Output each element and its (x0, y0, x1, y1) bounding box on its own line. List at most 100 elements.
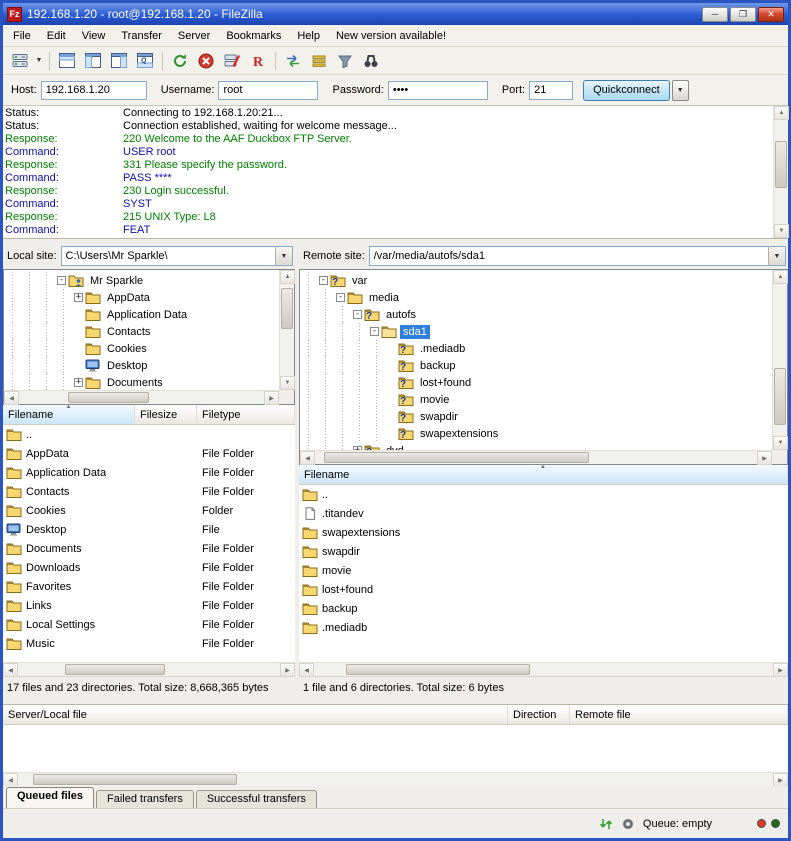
column-header-filename[interactable]: ▲Filename (3, 405, 135, 424)
tree-row[interactable]: Desktop (4, 357, 279, 374)
tree-node-var[interactable]: var (349, 274, 370, 288)
tree-expand-icon[interactable]: + (74, 293, 83, 302)
directory-comparison-button[interactable] (280, 49, 306, 73)
username-input[interactable] (218, 81, 318, 100)
tree-expand-icon[interactable]: + (74, 378, 83, 387)
maximize-button[interactable]: ❐ (730, 7, 756, 22)
tree-node-media[interactable]: media (366, 291, 402, 305)
file-row[interactable]: lost+found (299, 580, 788, 599)
file-row[interactable]: MusicFile Folder (3, 634, 295, 653)
site-manager-dropdown-button[interactable]: ▼ (33, 49, 45, 73)
file-row[interactable]: DesktopFile (3, 520, 295, 539)
tree-row[interactable]: + AppData (4, 289, 279, 306)
scroll-left-button[interactable]: ◀ (4, 391, 19, 405)
tree-row[interactable]: Contacts (4, 323, 279, 340)
scroll-right-button[interactable]: ▶ (280, 663, 295, 677)
host-input[interactable] (41, 81, 147, 100)
port-input[interactable] (529, 81, 573, 100)
activity-indicator-icon[interactable] (619, 816, 637, 832)
tree-row[interactable]: +?dvd (300, 442, 772, 450)
tree-row[interactable]: +Documents (4, 374, 279, 390)
tree-node-swapdir[interactable]: swapdir (417, 410, 461, 424)
horizontal-scrollbar[interactable]: ◀▶ (300, 450, 772, 464)
speed-limits-icon[interactable] (597, 816, 615, 832)
scrollbar-thumb[interactable] (33, 774, 237, 785)
scroll-up-button[interactable]: ▲ (280, 270, 295, 284)
scrollbar-thumb[interactable] (324, 452, 589, 463)
scroll-down-button[interactable]: ▼ (773, 436, 788, 450)
column-header-filesize[interactable]: Filesize (135, 405, 197, 424)
file-row[interactable]: backup (299, 599, 788, 618)
scroll-down-button[interactable]: ▼ (280, 376, 295, 390)
file-row[interactable]: swapextensions (299, 523, 788, 542)
file-row[interactable]: movie (299, 561, 788, 580)
scrollbar-thumb[interactable] (281, 288, 293, 329)
menu-bookmarks[interactable]: Bookmarks (218, 27, 289, 45)
scrollbar-thumb[interactable] (774, 368, 786, 426)
scroll-left-button[interactable]: ◀ (300, 451, 315, 465)
toggle-message-log-button[interactable] (54, 49, 80, 73)
scrollbar-thumb[interactable] (68, 392, 149, 403)
scrollbar-track[interactable] (18, 773, 773, 786)
menu-new-version-available[interactable]: New version available! (328, 27, 454, 45)
quickconnect-button[interactable]: Quickconnect (583, 80, 670, 101)
tree-node-backup[interactable]: backup (417, 359, 458, 373)
tree-collapse-icon[interactable]: - (353, 310, 362, 319)
refresh-button[interactable] (167, 49, 193, 73)
tab-queued-files[interactable]: Queued files (6, 787, 94, 808)
menu-transfer[interactable]: Transfer (113, 27, 170, 45)
tree-node-autofs[interactable]: autofs (383, 308, 419, 322)
scroll-up-button[interactable]: ▲ (774, 106, 789, 120)
scroll-right-button[interactable]: ▶ (773, 663, 788, 677)
tree-collapse-icon[interactable]: - (370, 327, 379, 336)
toggle-queue-button[interactable]: Q (132, 49, 158, 73)
tree-node-mr-sparkle[interactable]: Mr Sparkle (87, 274, 146, 288)
tree-node-movie[interactable]: movie (417, 393, 452, 407)
vertical-scrollbar[interactable]: ▲▼ (773, 106, 788, 238)
tree-row[interactable]: - media (300, 289, 772, 306)
file-row[interactable]: Application DataFile Folder (3, 463, 295, 482)
scrollbar-track[interactable] (774, 120, 788, 224)
file-row[interactable]: FavoritesFile Folder (3, 577, 295, 596)
tree-row[interactable]: -Mr Sparkle (4, 272, 279, 289)
scroll-right-button[interactable]: ▶ (264, 391, 279, 405)
local-site-dropdown-icon[interactable]: ▼ (275, 247, 292, 265)
tree-row[interactable]: -sda1 (300, 323, 772, 340)
tree-row[interactable]: -?autofs (300, 306, 772, 323)
scroll-right-button[interactable]: ▶ (773, 773, 788, 787)
scrollbar-track[interactable] (314, 663, 773, 676)
tree-row[interactable]: ?movie (300, 391, 772, 408)
vertical-scrollbar[interactable]: ▲▼ (772, 270, 787, 450)
tab-failed-transfers[interactable]: Failed transfers (96, 790, 194, 808)
tree-collapse-icon[interactable]: - (336, 293, 345, 302)
tree-row[interactable]: -?var (300, 272, 772, 289)
horizontal-scrollbar[interactable]: ◀▶ (3, 662, 295, 676)
search-button[interactable] (358, 49, 384, 73)
disconnect-button[interactable] (219, 49, 245, 73)
file-row[interactable]: Local SettingsFile Folder (3, 615, 295, 634)
tree-node-cookies[interactable]: Cookies (104, 342, 150, 356)
site-manager-button[interactable] (7, 49, 33, 73)
tree-node-appdata[interactable]: AppData (104, 291, 153, 305)
file-row[interactable]: LinksFile Folder (3, 596, 295, 615)
file-row[interactable]: CookiesFolder (3, 501, 295, 520)
file-row[interactable]: DownloadsFile Folder (3, 558, 295, 577)
remote-site-dropdown-icon[interactable]: ▼ (768, 247, 785, 265)
tree-node-contacts[interactable]: Contacts (104, 325, 153, 339)
toggle-remote-tree-button[interactable] (106, 49, 132, 73)
file-row[interactable]: ContactsFile Folder (3, 482, 295, 501)
scrollbar-thumb[interactable] (775, 141, 787, 188)
vertical-scrollbar[interactable]: ▲▼ (279, 270, 294, 390)
column-header-filename[interactable]: ▲Filename (299, 465, 788, 484)
horizontal-scrollbar[interactable]: ◀▶ (299, 662, 788, 676)
tree-row[interactable]: Cookies (4, 340, 279, 357)
horizontal-scrollbar[interactable]: ◀▶ (4, 390, 279, 404)
synchronized-browsing-button[interactable] (306, 49, 332, 73)
tree-node-mediadb[interactable]: .mediadb (417, 342, 468, 356)
tree-row[interactable]: ?backup (300, 357, 772, 374)
tree-row[interactable]: ?swapextensions (300, 425, 772, 442)
horizontal-scrollbar[interactable]: ◀▶ (3, 772, 788, 786)
remote-site-combo[interactable]: /var/media/autofs/sda1 ▼ (369, 246, 786, 266)
reconnect-button[interactable]: R (245, 49, 271, 73)
file-row[interactable]: AppDataFile Folder (3, 444, 295, 463)
